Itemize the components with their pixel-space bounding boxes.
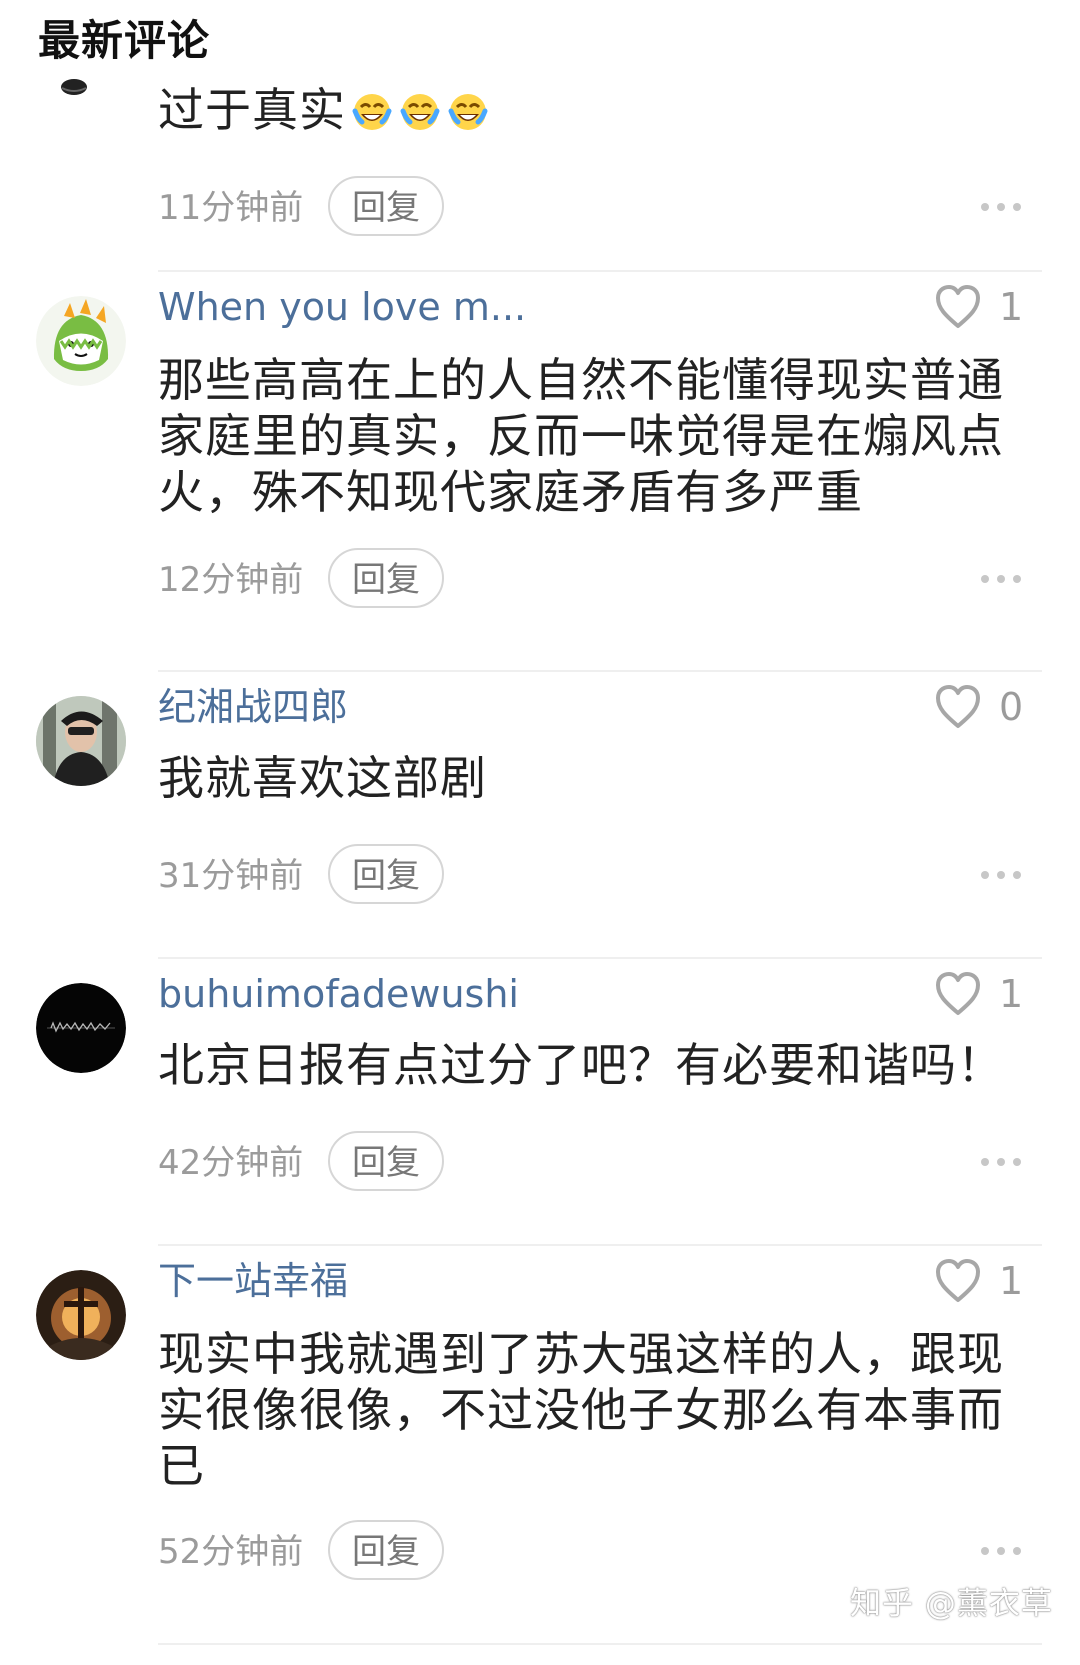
comments-screen: 最新评论 过于真实 11分钟前 回复 When you love m... 1 … [0,0,1080,1665]
divider [158,670,1042,672]
crying-laughing-emoji-icon [398,90,442,134]
timestamp: 31分钟前 [158,856,304,896]
text-logo-avatar-image [36,983,126,1073]
username[interactable]: 下一站幸福 [158,1257,348,1305]
more-dots-icon[interactable] [978,569,1024,589]
crying-laughing-emoji-icon [446,90,490,134]
timestamp: 11分钟前 [158,188,304,228]
timestamp: 42分钟前 [158,1143,304,1183]
reply-button[interactable]: 回复 [328,548,444,608]
like-button[interactable]: 0 [933,683,1053,731]
heart-outline-icon[interactable] [933,283,983,331]
comment-text: 现实中我就遇到了苏大强这样的人，跟现实很像很像，不过没他子女那么有本事而已 [158,1327,1004,1493]
crying-laughing-emoji-icon [350,90,394,134]
comment-meta: 31分钟前 回复 [158,844,1048,908]
timestamp: 52分钟前 [158,1532,304,1572]
more-dots-icon[interactable] [978,197,1024,217]
timestamp: 12分钟前 [158,560,304,600]
partial-avatar[interactable] [54,76,94,98]
reply-button[interactable]: 回复 [328,176,444,236]
dinosaur-avatar[interactable] [36,296,126,386]
reply-button[interactable]: 回复 [328,844,444,904]
comment-meta: 12分钟前 回复 [158,548,1048,612]
cross-photo-avatar[interactable] [36,1270,126,1360]
username[interactable]: 纪湘战四郎 [158,683,348,731]
reply-button[interactable]: 回复 [328,1520,444,1580]
divider [158,957,1042,959]
heart-outline-icon[interactable] [933,1257,983,1305]
dinosaur-avatar-image [36,296,126,386]
divider [158,1643,1042,1645]
more-dots-icon[interactable] [978,1152,1024,1172]
username[interactable]: When you love m... [158,283,526,331]
heart-outline-icon[interactable] [933,970,983,1018]
comment-text: 过于真实 [158,82,1038,138]
comment-meta: 11分钟前 回复 [158,176,1048,240]
username[interactable]: buhuimofadewushi [158,970,519,1018]
comment-text-value: 过于真实 [158,83,346,137]
like-button[interactable]: 1 [933,283,1053,331]
user-photo-avatar-image [36,696,126,786]
like-count: 1 [999,1259,1024,1303]
divider [158,1244,1042,1246]
section-title: 最新评论 [38,16,211,65]
comment-text: 那些高高在上的人自然不能懂得现实普通家庭里的真实，反而一味觉得是在煽风点火，殊不… [158,353,1004,519]
like-button[interactable]: 1 [933,1257,1053,1305]
comment-meta: 42分钟前 回复 [158,1131,1048,1195]
more-dots-icon[interactable] [978,1541,1024,1561]
comment-text: 北京日报有点过分了吧？有必要和谐吗！ [158,1038,1004,1092]
like-button[interactable]: 1 [933,970,1053,1018]
divider [158,270,1042,272]
comment-text: 我就喜欢这部剧 [158,751,487,805]
like-count: 0 [999,685,1024,729]
user-photo-avatar[interactable] [36,696,126,786]
comment-meta: 52分钟前 回复 [158,1520,1048,1584]
like-count: 1 [999,285,1024,329]
cross-photo-avatar-image [36,1270,126,1360]
reply-button[interactable]: 回复 [328,1131,444,1191]
partial-avatar-image [61,79,87,95]
text-logo-avatar[interactable] [36,983,126,1073]
like-count: 1 [999,972,1024,1016]
zhihu-watermark: 知乎 @薰衣草 [850,1586,1053,1622]
more-dots-icon[interactable] [978,865,1024,885]
heart-outline-icon[interactable] [933,683,983,731]
